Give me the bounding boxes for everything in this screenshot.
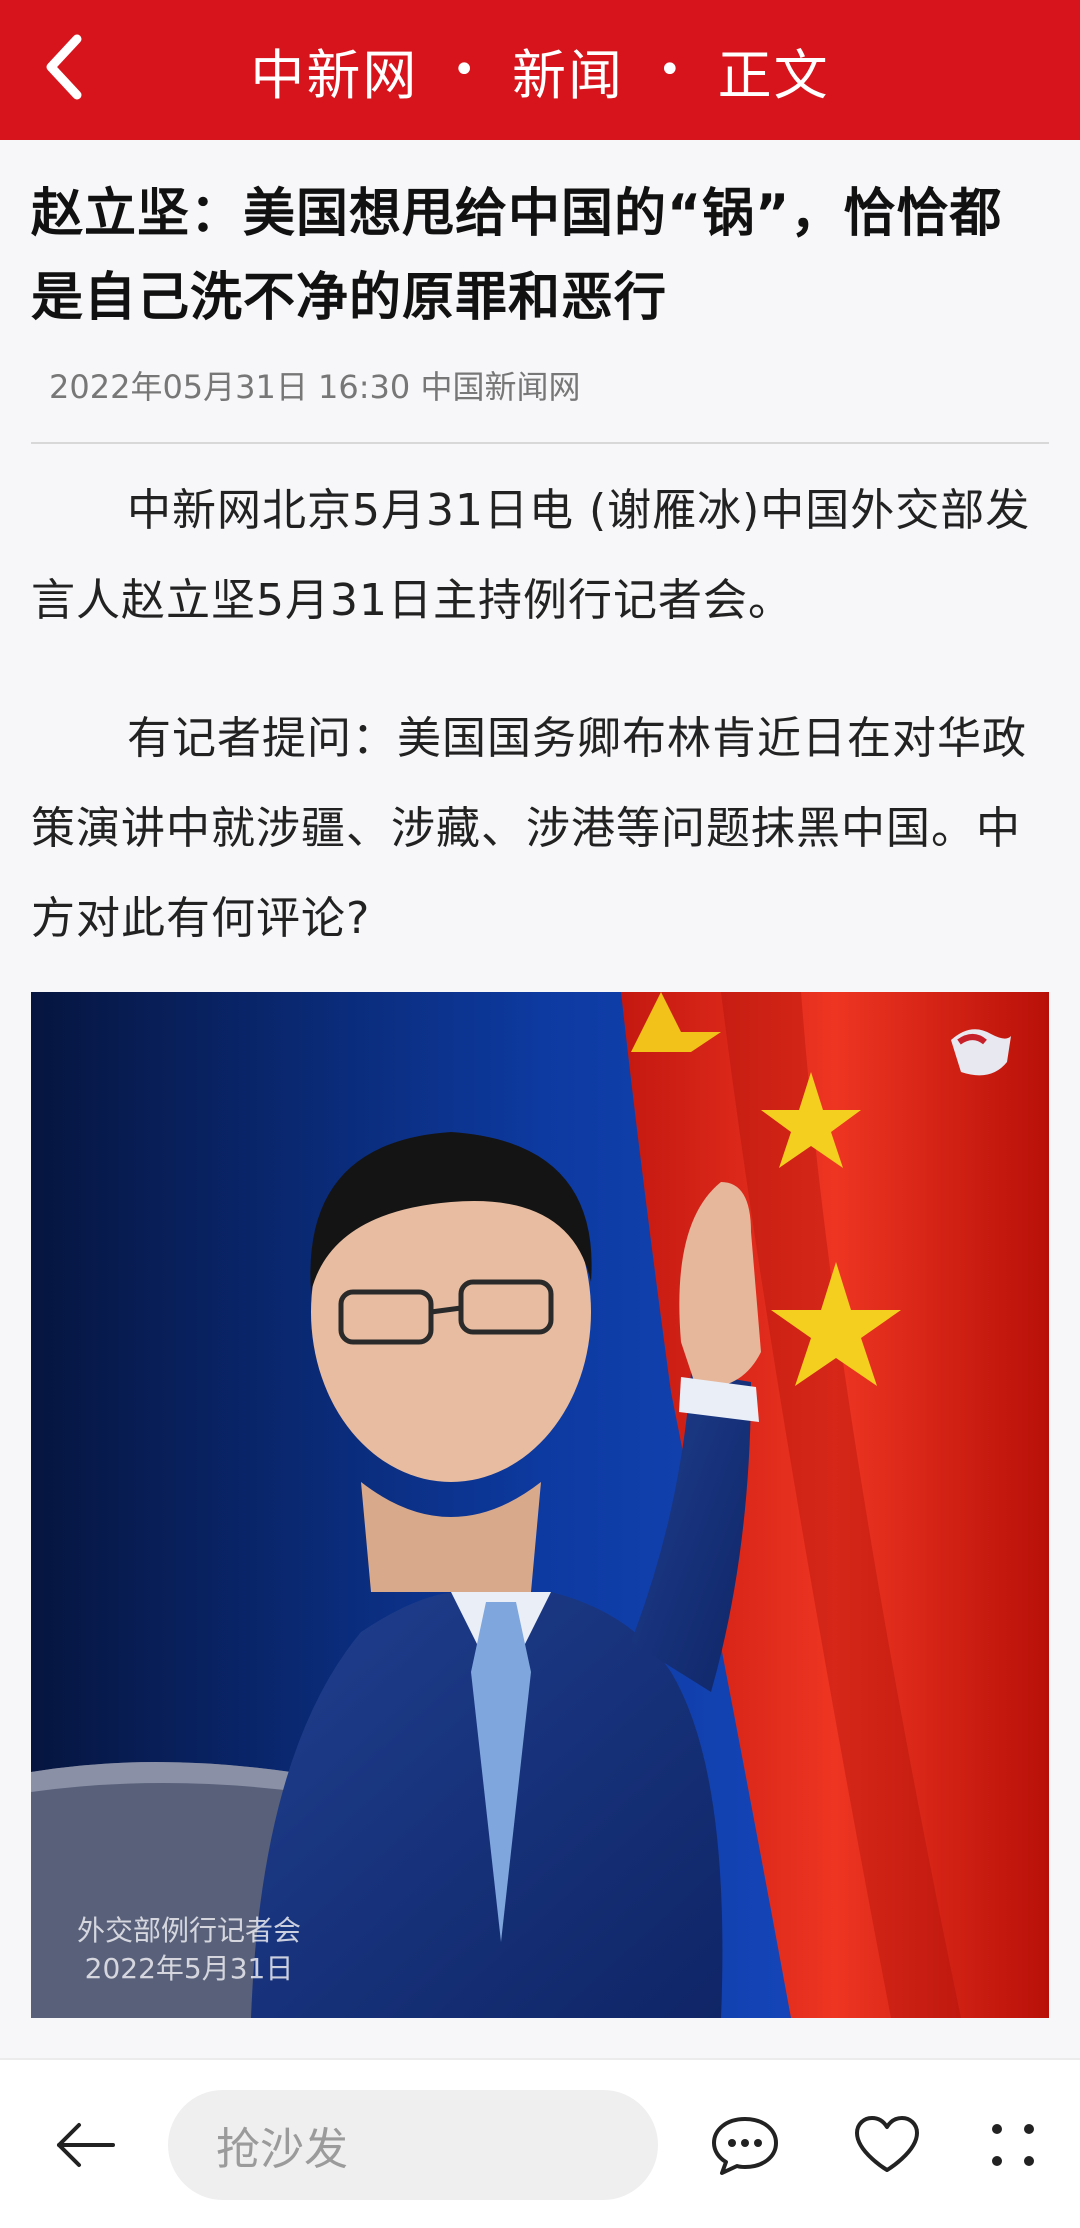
section-name[interactable]: 新闻 — [512, 31, 624, 110]
back-arrow-icon — [57, 2123, 115, 2167]
chevron-left-icon — [46, 34, 82, 100]
article-paragraph: 有记者提问：美国国务卿布林肯近日在对华政策演讲中就涉疆、涉藏、涉港等问题抹黑中国… — [31, 713, 1027, 944]
page-title: 中新网 • 新闻 • 正文 — [250, 31, 829, 110]
article-paragraph: 中新网北京5月31日电 (谢雁冰)中国外交部发言人赵立坚5月31日主持例行记者会… — [31, 485, 1031, 626]
article-photo[interactable]: 外交部例行记者会 2022年5月31日 — [31, 992, 1049, 2018]
more-button[interactable] — [968, 2100, 1058, 2190]
comments-button[interactable] — [700, 2100, 790, 2190]
divider — [31, 442, 1049, 444]
like-button[interactable] — [842, 2100, 932, 2190]
more-dots-icon — [992, 2124, 1034, 2166]
top-nav-bar: 中新网 • 新闻 • 正文 — [0, 0, 1080, 140]
photo-caption: 外交部例行记者会 2022年5月31日 — [77, 1912, 301, 1988]
separator-dot: • — [658, 47, 684, 93]
article-body: 赵立坚：美国想甩给中国的“锅”，恰恰都是自己洗不净的原罪和恶行 2022年05月… — [31, 140, 1049, 964]
page-type: 正文 — [717, 43, 830, 107]
spokesperson-photo-illustration — [31, 992, 1049, 2018]
caption-line: 外交部例行记者会 — [77, 1914, 302, 1947]
separator-dot: • — [452, 47, 478, 93]
comment-input[interactable]: 抢沙发 — [168, 2090, 658, 2200]
article-title: 赵立坚：美国想甩给中国的“锅”，恰恰都是自己洗不净的原罪和恶行 — [31, 184, 1003, 328]
back-button[interactable] — [18, 22, 108, 112]
back-button[interactable] — [40, 2100, 130, 2190]
comment-icon — [712, 2117, 778, 2175]
heart-icon — [855, 2116, 919, 2172]
bottom-toolbar: 抢沙发 — [0, 2058, 1080, 2228]
article-meta: 2022年05月31日 16:30 中国新闻网 — [49, 368, 581, 406]
comment-placeholder: 抢沙发 — [216, 2124, 348, 2175]
site-name[interactable]: 中新网 — [250, 31, 418, 110]
caption-line: 2022年5月31日 — [84, 1952, 294, 1985]
